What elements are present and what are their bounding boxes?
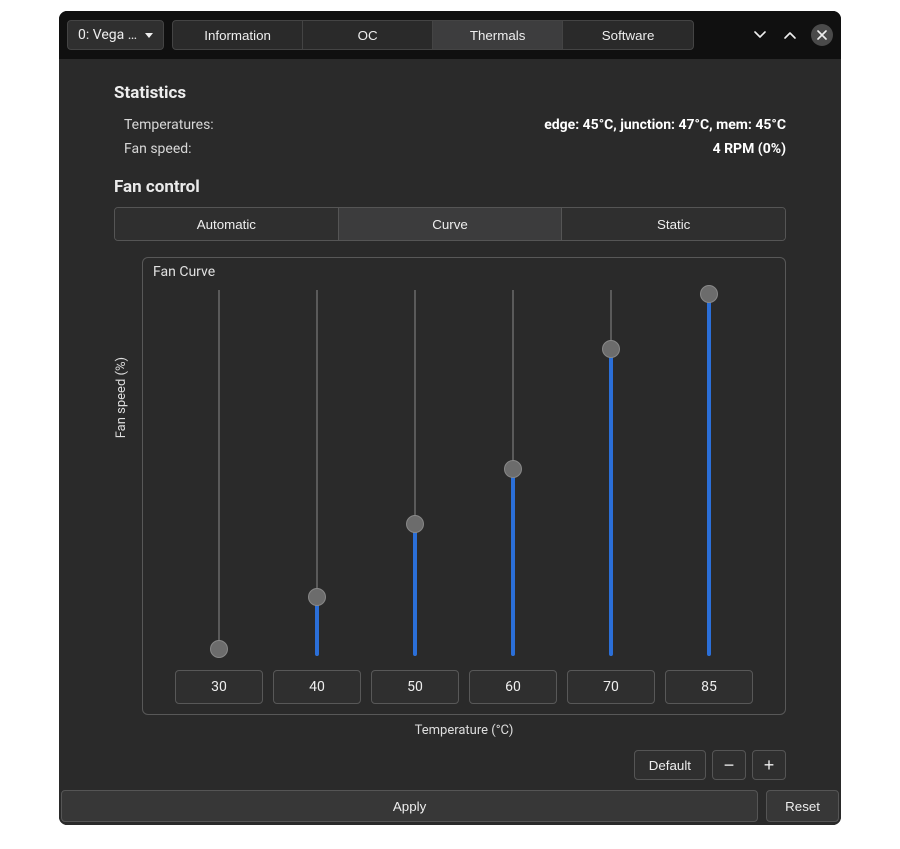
app-window: 0: Vega … Information OC Thermals Softwa… [59, 11, 841, 825]
fan-curve-point: 40 [273, 290, 361, 704]
main-tabs: Information OC Thermals Software [172, 20, 694, 50]
stat-label-temperatures: Temperatures: [124, 117, 214, 133]
fan-curve-slider[interactable] [699, 290, 719, 662]
tab-software[interactable]: Software [563, 21, 693, 49]
reset-button[interactable]: Reset [766, 790, 839, 822]
slider-fill [609, 349, 613, 656]
temperature-input[interactable]: 60 [469, 670, 557, 704]
fan-curve-point: 50 [371, 290, 459, 704]
curve-buttons: Default − + [142, 750, 786, 780]
statistics-heading: Statistics [114, 83, 786, 103]
slider-fill [707, 294, 711, 656]
slider-thumb[interactable] [700, 285, 718, 303]
fan-curve-point: 70 [567, 290, 655, 704]
fan-curve-title: Fan Curve [153, 264, 775, 280]
chevron-down-icon [753, 28, 767, 42]
stat-value-temperatures: edge: 45°C, junction: 47°C, mem: 45°C [544, 117, 786, 133]
fan-curve-slider[interactable] [209, 290, 229, 662]
stat-row-fan-speed: Fan speed: 4 RPM (0%) [124, 137, 786, 161]
close-icon [817, 30, 827, 40]
chevron-up-icon [783, 28, 797, 42]
fan-curve-sliders: 30 40 50 60 70 85 [153, 290, 775, 704]
close-button[interactable] [811, 24, 833, 46]
slider-thumb[interactable] [504, 460, 522, 478]
tab-information[interactable]: Information [173, 21, 303, 49]
temperature-input[interactable]: 40 [273, 670, 361, 704]
slider-thumb[interactable] [406, 515, 424, 533]
temperature-input[interactable]: 50 [371, 670, 459, 704]
slider-thumb[interactable] [210, 640, 228, 658]
fan-mode-tabs: Automatic Curve Static [114, 207, 786, 241]
stat-row-temperatures: Temperatures: edge: 45°C, junction: 47°C… [124, 113, 786, 137]
default-button[interactable]: Default [634, 750, 706, 780]
add-point-button[interactable]: + [752, 750, 786, 780]
temperature-input[interactable]: 85 [665, 670, 753, 704]
titlebar: 0: Vega … Information OC Thermals Softwa… [59, 11, 841, 59]
mode-tab-automatic[interactable]: Automatic [115, 208, 339, 240]
fan-curve-point: 85 [665, 290, 753, 704]
temperature-input[interactable]: 70 [567, 670, 655, 704]
y-axis-label: Fan speed (%) [114, 357, 132, 438]
fan-curve-point: 60 [469, 290, 557, 704]
slider-rail [218, 290, 220, 656]
temperature-input[interactable]: 30 [175, 670, 263, 704]
mode-tab-static[interactable]: Static [562, 208, 785, 240]
bottom-bar: Apply Reset [59, 786, 841, 825]
slider-fill [511, 469, 515, 656]
fan-curve-slider[interactable] [503, 290, 523, 662]
tab-oc[interactable]: OC [303, 21, 433, 49]
fan-control-heading: Fan control [114, 177, 786, 197]
slider-thumb[interactable] [602, 340, 620, 358]
fan-curve-slider[interactable] [601, 290, 621, 662]
mode-tab-curve[interactable]: Curve [339, 208, 563, 240]
remove-point-button[interactable]: − [712, 750, 746, 780]
stat-label-fan-speed: Fan speed: [124, 141, 192, 157]
fan-curve-slider[interactable] [405, 290, 425, 662]
content: Statistics Temperatures: edge: 45°C, jun… [59, 59, 841, 780]
device-label: 0: Vega … [78, 27, 137, 43]
fan-curve-slider[interactable] [307, 290, 327, 662]
device-selector[interactable]: 0: Vega … [67, 20, 164, 50]
apply-button[interactable]: Apply [61, 790, 758, 822]
maximize-button[interactable] [775, 20, 805, 50]
minimize-button[interactable] [745, 20, 775, 50]
slider-fill [413, 524, 417, 656]
stat-value-fan-speed: 4 RPM (0%) [713, 141, 786, 157]
tab-thermals[interactable]: Thermals [433, 21, 563, 49]
fan-curve-panel: Fan Curve 30 40 50 60 70 85 [142, 257, 786, 715]
slider-thumb[interactable] [308, 588, 326, 606]
fan-curve-area: Fan speed (%) Fan Curve 30 40 50 60 70 85 Tem… [114, 257, 786, 780]
chevron-down-icon [145, 33, 153, 38]
x-axis-label: Temperature (°C) [142, 723, 786, 738]
fan-curve-point: 30 [175, 290, 263, 704]
